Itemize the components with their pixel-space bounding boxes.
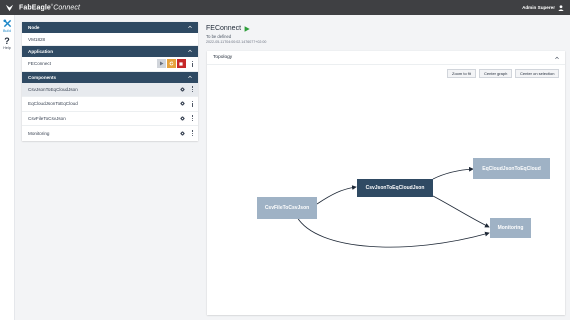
- application-section-title: Application: [28, 49, 54, 54]
- more-options-icon[interactable]: [191, 86, 193, 93]
- graph-node-monitoring[interactable]: Monitoring: [490, 218, 531, 238]
- play-icon[interactable]: [244, 25, 250, 32]
- component-row[interactable]: Monitoring: [22, 126, 198, 141]
- component-label: CsvJsonToEqCloudJson: [28, 86, 78, 92]
- more-options-icon[interactable]: [191, 60, 193, 67]
- edge-csvfile-to-csvjson: [316, 185, 357, 205]
- edge-csvjson-to-eqcloud: [432, 166, 474, 180]
- page-title: FEConnect: [206, 25, 250, 32]
- edge-csvfile-to-monitoring: [296, 216, 490, 248]
- node-value: VM1828: [28, 36, 46, 42]
- chevron-up-icon[interactable]: [555, 56, 559, 60]
- user-menu[interactable]: Admin Superer: [522, 0, 564, 15]
- top-bar: FabEagle®Connect Admin Superer: [0, 0, 570, 15]
- component-label: EqCloudJsonToEqCloud: [28, 101, 78, 107]
- stop-button[interactable]: [176, 59, 186, 69]
- node-section-title: Node: [28, 25, 40, 30]
- component-row[interactable]: CsvJsonToEqCloudJson: [22, 82, 198, 97]
- build-tools-icon: [2, 19, 11, 28]
- help-icon: ?: [4, 35, 10, 46]
- start-button[interactable]: [156, 59, 166, 69]
- app-title-text: FEConnect: [206, 25, 242, 32]
- chevron-up-icon[interactable]: [188, 49, 192, 53]
- restart-button[interactable]: [166, 59, 176, 69]
- gear-icon[interactable]: [179, 131, 185, 136]
- gear-icon[interactable]: [179, 101, 185, 106]
- component-row[interactable]: CsvFileToCsvJson: [22, 111, 198, 126]
- center-graph-button[interactable]: Center graph: [479, 69, 513, 78]
- brand-logo[interactable]: FabEagle®Connect: [5, 0, 80, 15]
- app-timestamp: 2022-05-11T04:00:02.1476077+02:00: [206, 40, 267, 44]
- component-row[interactable]: EqCloudJsonToEqCloud: [22, 97, 198, 112]
- sidebar-panel: Node VM1828 Application FEConnect Compon…: [22, 22, 198, 141]
- center-on-selection-button[interactable]: Center on selection: [515, 69, 560, 78]
- rail-item-help[interactable]: ? Help: [0, 35, 14, 50]
- application-section-header[interactable]: Application: [22, 46, 198, 57]
- rail-label-help: Help: [3, 46, 11, 50]
- user-icon: [558, 4, 564, 11]
- play-icon: [159, 61, 163, 66]
- rail-item-build[interactable]: Build: [0, 19, 14, 33]
- edge-csvjson-to-monitoring: [432, 195, 490, 228]
- components-section-title: Components: [28, 74, 57, 80]
- left-rail: Build ? Help: [0, 15, 15, 320]
- more-options-icon[interactable]: [191, 115, 193, 122]
- more-options-icon[interactable]: [191, 130, 193, 137]
- user-name: Admin Superer: [522, 5, 555, 10]
- rail-label-build: Build: [3, 28, 11, 33]
- zoom-to-fit-button[interactable]: Zoom to fit: [447, 69, 476, 78]
- chevron-up-icon[interactable]: [188, 75, 192, 79]
- topology-title: Topology: [213, 55, 233, 60]
- gear-icon[interactable]: [179, 116, 185, 121]
- stop-icon: [179, 62, 183, 66]
- app-description: To be defined: [206, 34, 232, 39]
- component-label: Monitoring: [28, 130, 50, 136]
- components-section-header[interactable]: Components: [22, 71, 198, 83]
- restart-icon: [169, 61, 173, 66]
- gear-icon[interactable]: [179, 87, 185, 92]
- topology-panel: Topology Zoom to fit Center graph Center…: [207, 51, 565, 315]
- eagle-logo-icon: [5, 4, 14, 12]
- brand-name: FabEagle®Connect: [19, 3, 81, 12]
- application-row[interactable]: FEConnect: [22, 57, 198, 72]
- node-value-row: VM1828: [22, 33, 198, 46]
- graph-node-eqcloud[interactable]: EqCloudJsonToEqCloud: [473, 158, 550, 179]
- graph-node-csvjson[interactable]: CsvJsonToEqCloudJson: [357, 179, 433, 197]
- more-options-icon[interactable]: [191, 100, 193, 107]
- application-name: FEConnect: [28, 61, 51, 67]
- node-section-header[interactable]: Node: [22, 22, 198, 33]
- chevron-up-icon[interactable]: [188, 25, 192, 29]
- topology-header[interactable]: Topology: [207, 51, 565, 65]
- graph-node-csvfile[interactable]: CsvFileToCsvJson: [257, 197, 317, 219]
- component-label: CsvFileToCsvJson: [28, 115, 66, 121]
